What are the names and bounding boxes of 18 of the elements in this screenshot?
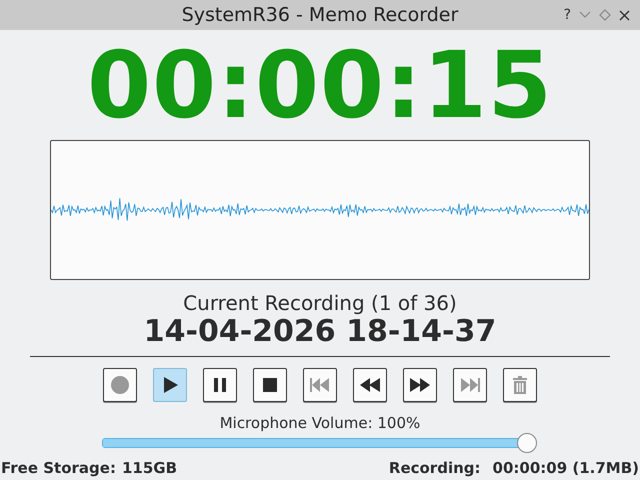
elapsed-timer: 00:00:15 bbox=[87, 36, 553, 136]
storage-label: Free Storage: bbox=[1, 459, 116, 477]
recording-status-value: 00:00:09 (1.7MB) bbox=[492, 459, 639, 477]
stop-button[interactable] bbox=[253, 368, 287, 402]
volume-slider[interactable] bbox=[102, 432, 538, 454]
recording-label: Current Recording (1 of 36) bbox=[183, 291, 457, 315]
play-button[interactable] bbox=[153, 368, 187, 402]
help-button[interactable]: ? bbox=[564, 7, 571, 23]
rewind-button[interactable] bbox=[353, 368, 387, 402]
storage-value: 115GB bbox=[122, 459, 178, 477]
window-title: SystemR36 - Memo Recorder bbox=[182, 4, 458, 26]
close-icon[interactable] bbox=[619, 10, 630, 20]
pause-button[interactable] bbox=[203, 368, 237, 402]
volume-label: Microphone Volume: 100% bbox=[220, 414, 420, 432]
record-icon bbox=[109, 374, 131, 396]
recording-status-label: Recording: bbox=[388, 459, 481, 477]
recording-name: 14-04-2026 18-14-37 bbox=[144, 315, 496, 349]
forward-button[interactable] bbox=[403, 368, 437, 402]
